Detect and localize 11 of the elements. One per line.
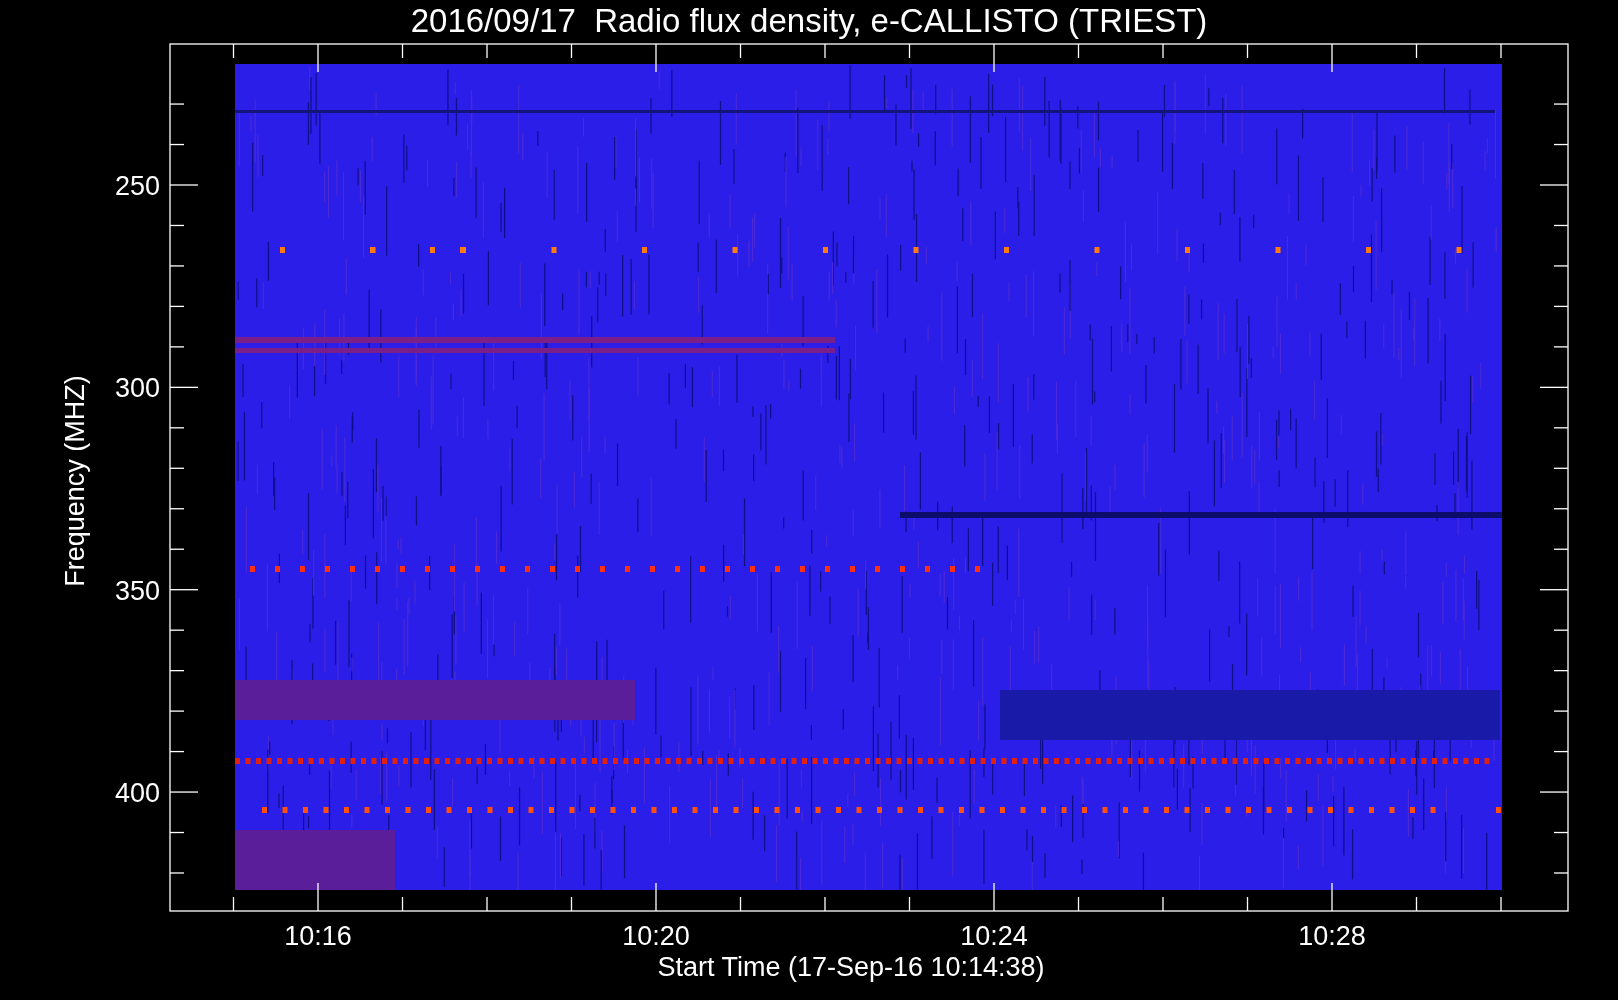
axis-label: Frequency (MHZ) bbox=[60, 375, 90, 587]
tick-label: 10:20 bbox=[622, 921, 690, 951]
tick-label: 10:16 bbox=[284, 921, 352, 951]
tick-label: 10:28 bbox=[1298, 921, 1366, 951]
tick-label: 250 bbox=[114, 171, 160, 201]
tick-label: 350 bbox=[114, 575, 160, 606]
tick-label: 300 bbox=[114, 373, 160, 404]
plot-title: 2016/09/17 Radio flux density, e-CALLISTO (TRIEST) bbox=[410, 2, 1208, 39]
tick-label: 400 bbox=[114, 778, 160, 809]
tick-label: 10:24 bbox=[960, 921, 1028, 951]
axis-label: Start Time (17-Sep-16 10:14:38) bbox=[657, 952, 1045, 982]
